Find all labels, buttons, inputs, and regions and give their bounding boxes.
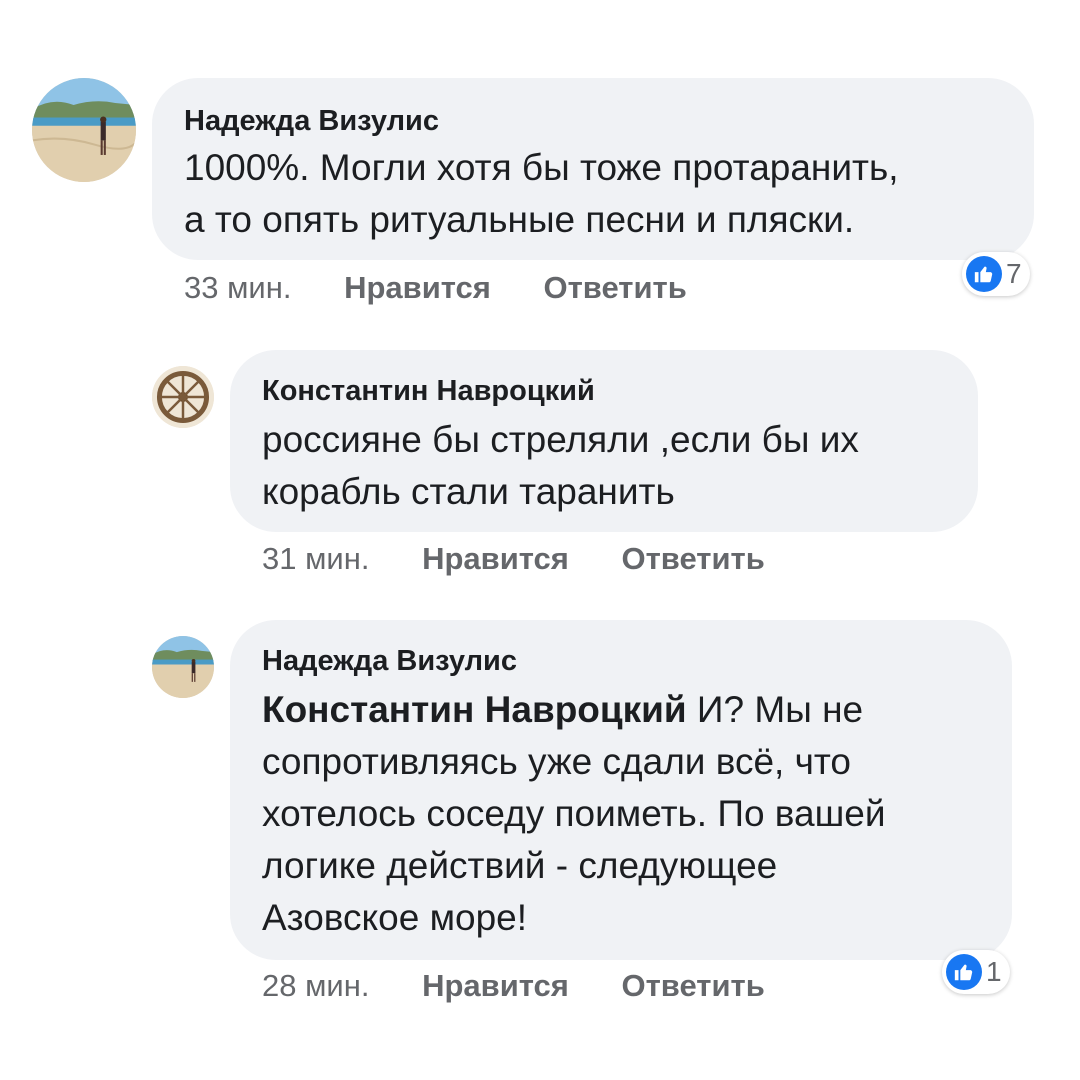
- comment-actions: 33 мин. Нравится Ответить: [184, 270, 687, 306]
- comment-text-line: логике действий - следующее: [262, 845, 778, 886]
- comment-text-line: Азовское море!: [262, 897, 528, 938]
- comment-bubble: Константин Навроцкий россияне бы стрелял…: [230, 350, 978, 532]
- comment-text-line: 1000%. Могли хотя бы тоже протаранить,: [184, 147, 899, 188]
- beach-photo-icon: [32, 78, 136, 182]
- like-link[interactable]: Нравится: [422, 968, 569, 1004]
- comment-text-line: хотелось соседу поиметь. По вашей: [262, 793, 886, 834]
- comment-text-line: корабль стали таранить: [262, 471, 675, 512]
- comment-text-line: сопротивляясь уже сдали всё, что: [262, 741, 852, 782]
- mention-link[interactable]: Константин Навроцкий: [262, 689, 687, 730]
- comment-time[interactable]: 33 мин.: [184, 270, 291, 306]
- comment-time[interactable]: 28 мин.: [262, 968, 369, 1004]
- thumbs-up-icon: [946, 954, 982, 990]
- beach-photo-icon: [152, 636, 214, 698]
- reaction-count: 7: [1006, 258, 1022, 289]
- avatar[interactable]: [152, 366, 214, 428]
- comment-actions: 28 мин. Нравится Ответить: [262, 968, 765, 1004]
- reaction-count: 1: [986, 956, 1002, 987]
- reply-link[interactable]: Ответить: [622, 541, 765, 577]
- comment-text-line: Константин Навроцкий И? Мы не: [262, 684, 980, 736]
- comment-author[interactable]: Надежда Визулис: [262, 644, 980, 678]
- comment-actions: 31 мин. Нравится Ответить: [262, 541, 765, 577]
- reaction-badge[interactable]: 7: [962, 252, 1030, 296]
- comment-author[interactable]: Надежда Визулис: [184, 104, 1002, 138]
- thumbs-up-icon: [966, 256, 1002, 292]
- comment-bubble: Надежда Визулис 1000%. Могли хотя бы тож…: [152, 78, 1034, 260]
- comment-text-fragment: И? Мы не: [686, 689, 864, 730]
- comment-bubble: Надежда Визулис Константин Навроцкий И? …: [230, 620, 1012, 960]
- comment-text-line: россияне бы стреляли ,если бы их: [262, 419, 859, 460]
- avatar[interactable]: [32, 78, 136, 182]
- reply-link[interactable]: Ответить: [622, 968, 765, 1004]
- comment-author[interactable]: Константин Навроцкий: [262, 374, 946, 408]
- like-link[interactable]: Нравится: [422, 541, 569, 577]
- avatar[interactable]: [152, 636, 214, 698]
- reaction-badge[interactable]: 1: [942, 950, 1010, 994]
- comment-time[interactable]: 31 мин.: [262, 541, 369, 577]
- like-link[interactable]: Нравится: [344, 270, 491, 306]
- reply-link[interactable]: Ответить: [544, 270, 687, 306]
- comment-text-line: а то опять ритуальные песни и пляски.: [184, 199, 855, 240]
- wagon-wheel-icon: [152, 366, 214, 428]
